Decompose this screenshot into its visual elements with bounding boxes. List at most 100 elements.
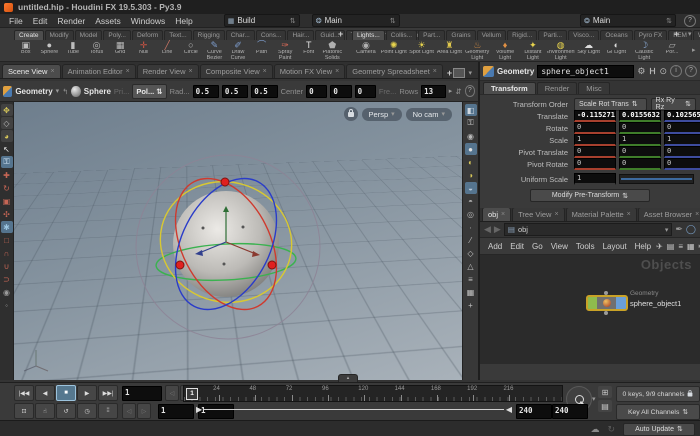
radial-menu-selector[interactable]: ❂ Main ⇅ [311, 14, 400, 27]
keyframe-options-icon[interactable]: ⊡ [14, 403, 34, 419]
display-points-icon[interactable]: ∙ [465, 221, 477, 233]
camera-view-icon[interactable]: ◉ [465, 130, 477, 142]
parameter-field-y[interactable]: 0 [619, 158, 661, 170]
tempo-icon[interactable]: ⁞⁞ [98, 403, 118, 419]
pane-menu-icon[interactable]: ▾ [468, 69, 472, 77]
jump-start-button[interactable]: |◀◀ [14, 385, 34, 401]
shelf-tab[interactable]: Rigging [192, 30, 225, 40]
desktop-selector[interactable]: ▦ Build ⇅ [223, 14, 300, 27]
projection-selector[interactable]: Persp ▾ [361, 107, 402, 121]
shelf-tab[interactable]: Poly... [103, 30, 131, 40]
loop-icon[interactable]: ↺ [56, 403, 76, 419]
pane-layout-icon[interactable] [453, 68, 466, 78]
parameter-tab[interactable]: Render [536, 82, 578, 94]
pane-tab[interactable]: Asset Browser × [637, 207, 700, 221]
shelf-tool[interactable]: ☁ Sky Light [575, 40, 603, 61]
rotate-handle-dot[interactable] [175, 260, 185, 270]
range-end-field[interactable]: 240 [516, 404, 552, 419]
radius-y-field[interactable]: 0.5 [221, 84, 249, 98]
shelf-tab[interactable]: Grains [446, 30, 476, 40]
shelf-tab[interactable]: Deform [131, 30, 164, 40]
shelf-tool[interactable]: ♨ Geometry Light [463, 40, 491, 61]
shading-mode-icon[interactable]: ● [464, 143, 477, 155]
parameter-field-y[interactable]: 0 [619, 146, 661, 158]
sphere-object-gizmo[interactable] [116, 132, 336, 352]
apply-arrow-icon[interactable]: ▸ [449, 87, 453, 95]
shelf-tab[interactable]: Pyro FX [633, 30, 668, 40]
menu-item[interactable]: Help [631, 242, 655, 251]
hq-lighting-icon[interactable]: ◒ [464, 182, 477, 194]
select-arrow-icon[interactable]: ↖ [1, 143, 13, 155]
isolate-icon[interactable]: ◦ [1, 299, 13, 311]
parameter-field-z[interactable]: 0.102565 [664, 110, 700, 122]
rotate-tool-icon[interactable]: ↻ [1, 182, 13, 194]
shelf-tool[interactable]: ▦ Grid [108, 40, 132, 61]
range-left-icon[interactable]: ◁ [122, 403, 136, 419]
menu-item[interactable]: Layout [599, 242, 631, 251]
info-icon[interactable]: i [670, 65, 682, 77]
parameter-field-z[interactable]: 1 [664, 134, 700, 146]
menu-item[interactable]: Tools [572, 242, 599, 251]
shelf-tab[interactable]: Text... [164, 30, 192, 40]
shelf-tab[interactable]: Parti... [538, 30, 568, 40]
recook-icon[interactable]: ↻ [607, 424, 615, 435]
parameter-tab[interactable]: Transform [483, 82, 536, 94]
menu-item[interactable]: View [547, 242, 572, 251]
persp-view-icon[interactable]: ◧ [464, 104, 477, 116]
grid-toggle-icon[interactable]: ▦ [465, 286, 477, 298]
shelf-tab[interactable]: Part... [418, 30, 446, 40]
center-x-field[interactable]: 0 [306, 84, 328, 98]
shelf-tool[interactable]: ⬟ Platonic Solids [321, 40, 345, 61]
close-icon[interactable]: × [335, 68, 339, 75]
pane-tab[interactable]: Geometry Spreadsheet × [346, 64, 443, 78]
parameter-field-y[interactable]: 0 [619, 122, 661, 134]
shelf-tab[interactable]: Wires [692, 30, 700, 40]
prev-frame-button[interactable]: ◁ [165, 385, 179, 401]
rotate-handle-dot[interactable] [220, 177, 230, 187]
add-pane-tab-button[interactable]: + [447, 68, 452, 78]
cook-cloud-icon[interactable]: ☁ [590, 424, 599, 435]
shelf-menu-icon[interactable]: ▾ [688, 30, 692, 38]
playhead-marker[interactable]: 1 [186, 388, 198, 400]
pane-tab[interactable]: Material Palette × [565, 207, 637, 221]
visibility-icon[interactable]: ◉ [1, 286, 13, 298]
parameter-tab[interactable]: Misc [578, 82, 610, 94]
shelf-tool[interactable]: ✎ Curve Bezier [203, 40, 227, 61]
rotate-handle-dot[interactable] [267, 260, 277, 270]
shelf-tab[interactable]: Char... [225, 30, 255, 40]
shelf-tool[interactable]: ♦ Volume Light [491, 40, 519, 61]
selection-mask-icon[interactable]: ◇ [0, 117, 13, 129]
add-shelf-tab-button[interactable]: + [674, 29, 679, 39]
close-icon[interactable]: × [50, 68, 54, 75]
shelf-tool[interactable]: ☽ Caustic Light [630, 40, 658, 61]
pane-tab[interactable]: Animation Editor × [61, 64, 136, 78]
shelf-tool[interactable]: ▱ Por... [658, 40, 686, 61]
shelf-tool[interactable]: ◉ Camera [352, 40, 380, 61]
state-icon[interactable]: ⇵ [455, 87, 461, 96]
scale-tool-icon[interactable]: ▣ [1, 195, 13, 207]
close-icon[interactable]: × [189, 68, 193, 75]
shelf-tool[interactable]: ● Sphere [38, 40, 62, 61]
context-selector[interactable]: Geometry [15, 87, 52, 96]
menu-item[interactable]: Windows [126, 16, 170, 26]
translate-tool-icon[interactable]: ✚ [1, 169, 13, 181]
pose-tool-icon[interactable]: ✣ [1, 208, 13, 220]
close-icon[interactable]: × [554, 211, 558, 218]
range-start-field[interactable]: 1 [158, 403, 194, 419]
scene-viewport[interactable]: Persp ▾ No cam ▾ [14, 102, 462, 380]
uniform-scale-slider[interactable] [619, 174, 694, 184]
center-y-field[interactable]: 0 [330, 84, 352, 98]
shelf-tool[interactable]: ✛ Null [132, 40, 156, 61]
rows-field[interactable]: 13 [421, 84, 446, 98]
shelf-tab[interactable]: Vellum [476, 30, 507, 40]
shelf-tab[interactable]: Model [74, 30, 103, 40]
search-icon[interactable]: ⊙ [659, 66, 667, 77]
close-icon[interactable]: × [263, 68, 267, 75]
shelf-tab[interactable]: Visco... [568, 30, 600, 40]
network-path-field[interactable]: ▤ obj ▾ [503, 223, 673, 236]
edit-tool-icon[interactable]: □ [1, 234, 13, 246]
shelf-tab[interactable]: Modify [44, 30, 74, 40]
display-normals-icon[interactable]: ⁄ [465, 234, 477, 246]
jump-end-button[interactable]: ▶▶| [98, 385, 118, 401]
close-icon[interactable]: × [433, 68, 437, 75]
